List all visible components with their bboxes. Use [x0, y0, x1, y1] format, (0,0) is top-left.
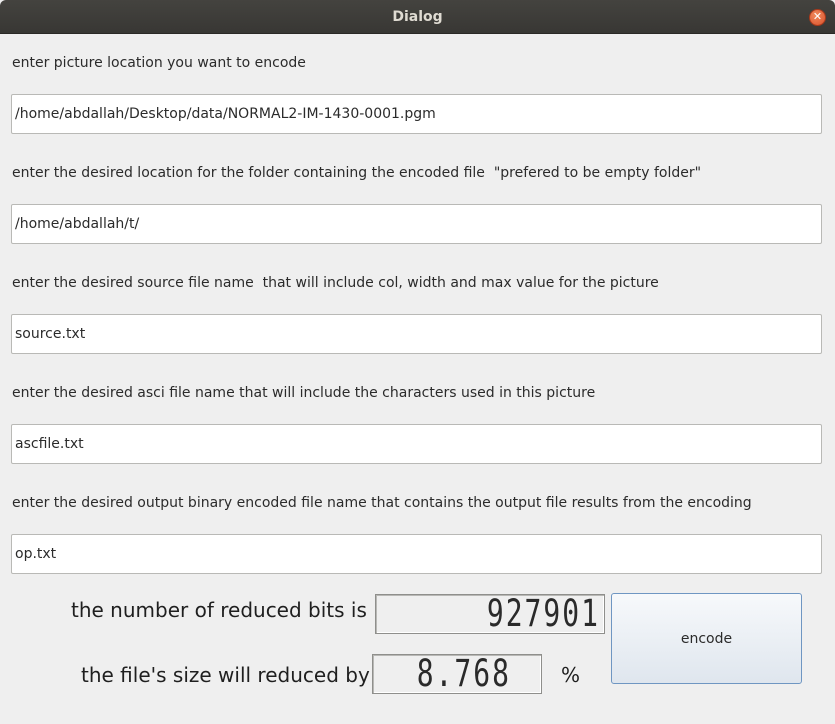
picture-location-label: enter picture location you want to encod…	[12, 55, 306, 71]
output-binary-file-input[interactable]	[11, 534, 822, 574]
window-title: Dialog	[392, 9, 443, 25]
title-bar: Dialog ✕	[0, 0, 835, 34]
ascii-file-input[interactable]	[11, 424, 822, 464]
source-file-label: enter the desired source file name that …	[12, 275, 659, 291]
encode-button[interactable]: encode	[611, 593, 802, 684]
output-folder-input[interactable]	[11, 204, 822, 244]
output-folder-label: enter the desired location for the folde…	[12, 165, 702, 181]
ascii-file-label: enter the desired asci file name that wi…	[12, 385, 596, 401]
percent-sign: %	[561, 663, 581, 687]
size-reduction-label: the file's size will reduced by	[81, 663, 370, 687]
reduced-bits-label: the number of reduced bits is	[71, 598, 367, 622]
output-binary-file-label: enter the desired output binary encoded …	[12, 495, 752, 511]
reduced-bits-value: 927901	[486, 594, 600, 634]
source-file-input[interactable]	[11, 314, 822, 354]
reduced-bits-display: 927901	[375, 594, 605, 634]
close-icon[interactable]: ✕	[809, 9, 826, 26]
size-reduction-display: 8.768	[372, 654, 542, 694]
picture-location-input[interactable]	[11, 94, 822, 134]
size-reduction-value: 8.768	[416, 654, 511, 694]
